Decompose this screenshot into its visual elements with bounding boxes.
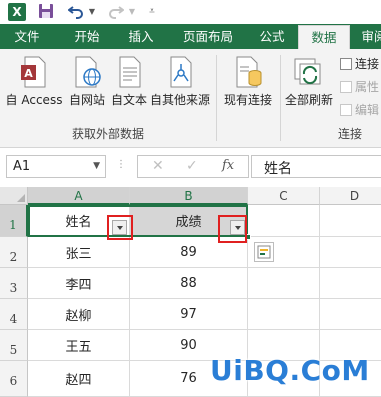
filter-dropdown-button-name[interactable] [112, 220, 127, 235]
undo-icon[interactable] [68, 3, 84, 19]
fill-handle[interactable] [245, 234, 251, 240]
row-header-6[interactable]: 6 [0, 361, 28, 397]
from-access-label: 自 Access [5, 93, 63, 107]
column-header-c[interactable]: C [248, 187, 320, 205]
formula-buttons: ✕ ✓ fx [137, 155, 249, 178]
table-cell[interactable] [248, 299, 320, 330]
select-all-button[interactable] [0, 187, 28, 205]
row-header-1[interactable]: 1 [0, 205, 28, 237]
refresh-all-button[interactable]: 全部刷新 [282, 53, 336, 109]
existing-connections-icon [236, 56, 262, 88]
tab-formulas[interactable]: 公式 [250, 24, 294, 49]
edit-links-icon [340, 103, 352, 116]
web-icon [75, 56, 101, 88]
formula-bar: A1 ▼ ⋮ ✕ ✓ fx 姓名 [0, 149, 381, 187]
from-text-button[interactable]: 自文本 [108, 53, 150, 109]
text-file-icon [119, 56, 141, 88]
existing-connections-label: 现有连接 [223, 93, 272, 107]
cell-d1[interactable] [320, 205, 381, 237]
properties-label: 属性 [355, 80, 380, 94]
table-cell[interactable] [320, 268, 381, 299]
access-icon: A [21, 56, 46, 88]
from-web-button[interactable]: 自网站 [66, 53, 108, 109]
customize-toolbar-icon[interactable]: ⩡ [148, 3, 156, 19]
quick-analysis-button[interactable] [254, 242, 274, 262]
redo-dropdown-icon[interactable]: ▼ [128, 3, 136, 19]
tab-home[interactable]: 开始 [62, 24, 112, 49]
quick-analysis-icon [257, 245, 271, 259]
save-icon[interactable] [38, 3, 54, 19]
name-box-dropdown-icon[interactable]: ▼ [93, 161, 100, 171]
table-cell[interactable]: 89 [130, 237, 248, 268]
svg-text:A: A [24, 67, 33, 80]
properties-icon [340, 80, 352, 93]
redo-icon[interactable] [108, 3, 124, 19]
table-cell[interactable] [320, 299, 381, 330]
existing-connections-button[interactable]: 现有连接 [220, 53, 276, 109]
cancel-icon[interactable]: ✕ [152, 158, 164, 174]
from-web-label: 自网站 [68, 93, 105, 107]
filter-arrow-icon [116, 225, 123, 230]
row-header-3[interactable]: 3 [0, 268, 28, 299]
table-cell[interactable]: 97 [130, 299, 248, 330]
connections-item[interactable]: 连接 [340, 55, 379, 72]
ribbon-data: A 自 Access 自网站 自文本 自其他来源 获取外部数据 现有连接 全部刷… [0, 49, 381, 148]
table-cell[interactable]: 张三 [28, 237, 130, 268]
tab-page-layout[interactable]: 页面布局 [170, 24, 246, 49]
tab-data[interactable]: 数据 [298, 25, 350, 49]
from-text-label: 自文本 [110, 93, 147, 107]
connections-label: 连接 [355, 57, 380, 71]
connections-icon [340, 57, 352, 70]
excel-window: X ▼ ▼ ⩡ 文件 开始 插入 页面布局 公式 数据 审阅 A 自 Acces… [0, 0, 381, 397]
name-box-value: A1 [13, 159, 31, 174]
excel-logo-icon: X [8, 3, 26, 21]
table-cell[interactable]: 赵柳 [28, 299, 130, 330]
tab-insert[interactable]: 插入 [116, 24, 166, 49]
select-all-triangle-icon [17, 194, 25, 202]
table-cell[interactable]: 88 [130, 268, 248, 299]
worksheet-grid: A B C D 1 2 3 4 5 6 姓名 成绩 张三 89 李四 88 赵柳… [0, 187, 381, 397]
properties-item[interactable]: 属性 [340, 78, 379, 95]
row-header-5[interactable]: 5 [0, 330, 28, 361]
insert-function-icon[interactable]: fx [222, 158, 234, 173]
column-header-a[interactable]: A [28, 187, 130, 205]
formula-value: 姓名 [264, 161, 292, 177]
table-cell[interactable]: 王五 [28, 330, 130, 361]
undo-dropdown-icon[interactable]: ▼ [88, 3, 96, 19]
from-other-sources-button[interactable]: 自其他来源 [148, 53, 212, 109]
tab-file[interactable]: 文件 [0, 24, 54, 49]
refresh-all-icon [294, 58, 321, 85]
formula-input[interactable]: 姓名 [251, 155, 381, 178]
filter-arrow-icon [234, 225, 241, 230]
connections-group-label: 连接 [337, 127, 362, 141]
cell-c1[interactable] [248, 205, 320, 237]
edit-links-label: 编辑 [355, 103, 380, 117]
header-score: 成绩 [175, 215, 202, 230]
formula-bar-grip-icon: ⋮ [116, 159, 126, 170]
table-cell[interactable]: 赵四 [28, 361, 130, 397]
column-header-d[interactable]: D [320, 187, 381, 205]
name-box[interactable]: A1 ▼ [6, 155, 106, 178]
ribbon-separator [280, 55, 281, 141]
from-access-button[interactable]: A 自 Access [2, 53, 66, 109]
row-header-4[interactable]: 4 [0, 299, 28, 330]
enter-icon[interactable]: ✓ [186, 158, 198, 174]
table-cell[interactable]: 李四 [28, 268, 130, 299]
table-cell[interactable] [320, 237, 381, 268]
from-other-sources-label: 自其他来源 [149, 93, 210, 107]
tab-review[interactable]: 审阅 [354, 24, 381, 49]
edit-links-item[interactable]: 编辑 [340, 101, 379, 118]
table-cell[interactable] [248, 268, 320, 299]
column-header-b[interactable]: B [130, 187, 248, 205]
header-name: 姓名 [65, 215, 92, 230]
filter-dropdown-button-score[interactable] [230, 220, 245, 235]
refresh-all-label: 全部刷新 [284, 93, 333, 107]
other-sources-icon [170, 56, 192, 88]
watermark: UiBQ.CoM [210, 354, 370, 387]
row-header-2[interactable]: 2 [0, 237, 28, 268]
ribbon-tabs: 文件 开始 插入 页面布局 公式 数据 审阅 [0, 24, 381, 49]
quick-access-toolbar: X ▼ ▼ ⩡ [0, 0, 381, 24]
get-external-data-group-label: 获取外部数据 [71, 127, 144, 141]
ribbon-separator [216, 55, 217, 141]
